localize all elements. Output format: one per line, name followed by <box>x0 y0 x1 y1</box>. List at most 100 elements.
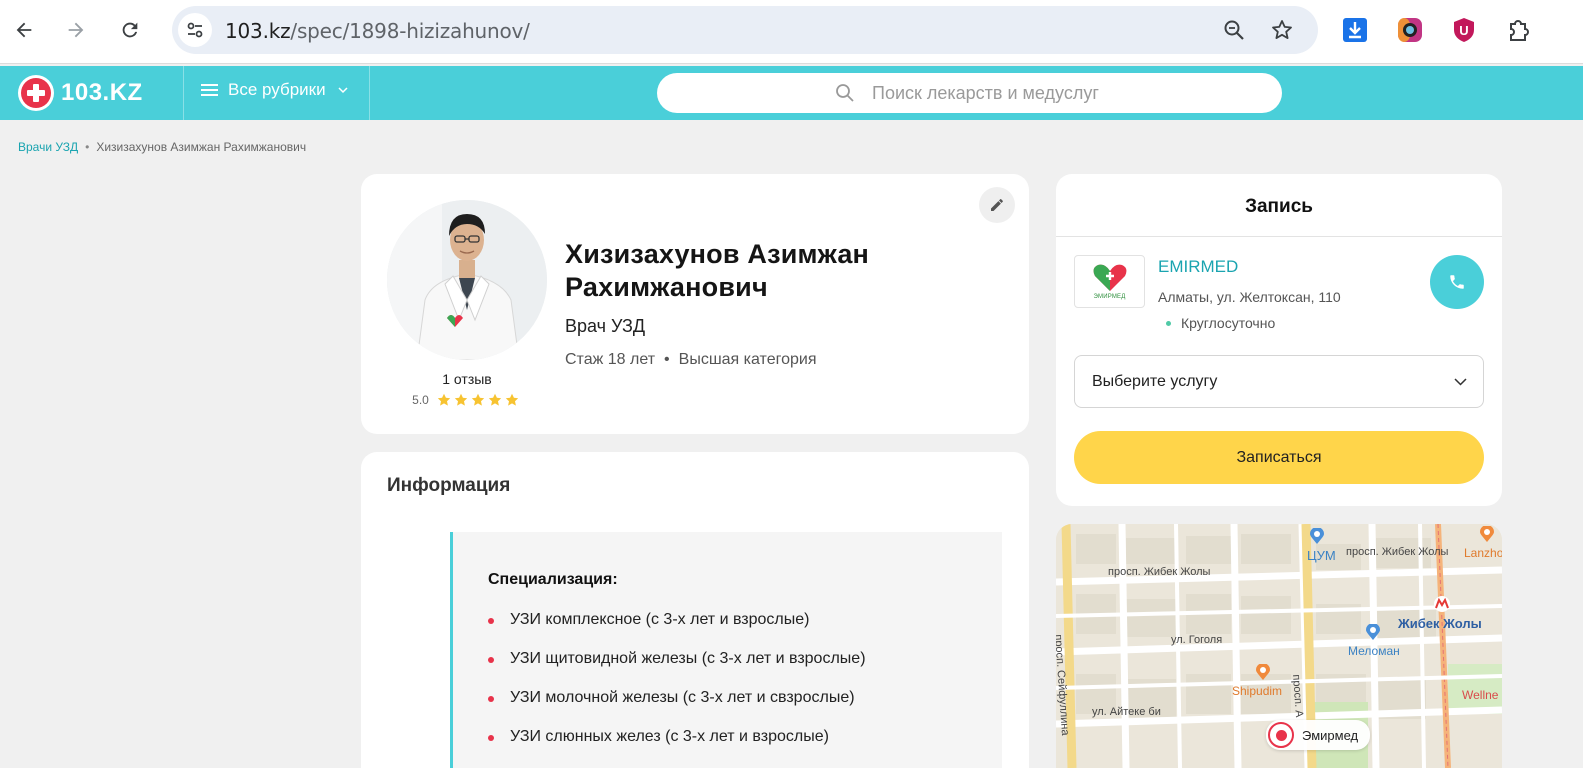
doctor-card: 1 отзыв 5.0 Хизизахунов Азимжан Рахимжан… <box>361 174 1029 434</box>
site-info-icon <box>187 22 203 38</box>
street-label: просп. Жибек Жолы <box>1108 566 1211 578</box>
bullet-icon <box>488 696 494 702</box>
header-divider <box>369 66 370 120</box>
poi-zhibek-zholy[interactable]: Жибек Жолы <box>1398 616 1482 631</box>
clinic-address: Алматы, ул. Желтоксан, 110 <box>1158 289 1341 305</box>
all-rubrics-menu[interactable]: Все рубрики <box>201 80 348 100</box>
street-label: просп. Жибек Жолы <box>1346 546 1449 558</box>
rating-value: 5.0 <box>412 393 429 407</box>
zoom-icon[interactable] <box>1222 18 1246 42</box>
poi-tsum[interactable]: ЦУМ <box>1307 548 1336 563</box>
star-icon <box>471 393 485 406</box>
list-item: УЗИ слюнных желез (с 3-х лет и взрослые) <box>488 728 866 767</box>
list-item-text: УЗИ щитовидной железы (с 3-х лет и взрос… <box>510 650 866 667</box>
star-icon <box>488 393 502 406</box>
pencil-icon <box>991 199 1003 211</box>
service-select-value: Выберите услугу <box>1092 373 1218 390</box>
location-pin-icon <box>1268 722 1294 748</box>
clinic-name-link[interactable]: EMIRMED <box>1158 257 1238 277</box>
reload-icon <box>122 22 138 38</box>
booking-card: Запись ЭМИРМЕД EMIRMED Алматы, ул. Желто… <box>1056 174 1502 506</box>
search-input[interactable] <box>872 81 1252 105</box>
meta-separator: • <box>664 351 670 368</box>
site-info-button[interactable] <box>178 13 212 47</box>
rubrics-label: Все рубрики <box>228 80 326 99</box>
specialization-box: Специализация: УЗИ комплексное (с 3-х ле… <box>450 532 1002 768</box>
clinic-hours: Круглосуточно <box>1166 315 1275 331</box>
clinic-logo[interactable]: ЭМИРМЕД <box>1074 255 1145 308</box>
shield-u-icon[interactable]: U <box>1451 17 1477 43</box>
star-icon <box>505 393 519 406</box>
forward-icon <box>68 22 84 38</box>
download-icon[interactable] <box>1342 17 1368 43</box>
extension-icon[interactable] <box>1397 17 1423 43</box>
bullet-icon <box>488 618 494 624</box>
back-icon <box>16 22 32 38</box>
open-status-dot <box>1166 320 1171 326</box>
rating: 5.0 <box>387 393 547 407</box>
map-marker-label: Эмирмед <box>1302 727 1359 743</box>
list-item-text: УЗИ молочной железы (с 3-х лет и свзросл… <box>510 689 855 706</box>
medical-cross-icon <box>18 75 54 111</box>
site-logo[interactable]: 103.KZ <box>18 75 143 111</box>
street-label: ул. Айтеке би <box>1092 706 1161 718</box>
store-pin-icon <box>1366 624 1380 640</box>
list-item-text: УЗИ комплексное (с 3-х лет и взрослые) <box>510 611 810 628</box>
svg-text:U: U <box>1459 23 1468 38</box>
cafe-pin-icon <box>1256 664 1270 680</box>
metro-icon <box>1434 596 1450 612</box>
forward-button[interactable] <box>60 14 92 46</box>
poi-meloman[interactable]: Меломан <box>1348 644 1400 658</box>
heart-logo-icon <box>1093 264 1126 291</box>
site-header: 103.KZ Все рубрики <box>0 66 1583 120</box>
url-path: /spec/1898-hizizahunov/ <box>290 19 530 43</box>
clinic-map-marker[interactable]: Эмирмед <box>1266 720 1371 750</box>
list-item: УЗИ щитовидной железы (с 3-х лет и взрос… <box>488 650 866 689</box>
bullet-icon <box>488 657 494 663</box>
phone-icon <box>1450 275 1464 289</box>
info-card: Информация Специализация: УЗИ комплексно… <box>361 452 1029 768</box>
doctor-meta: Стаж 18 лет • Высшая категория <box>565 351 816 369</box>
poi-shipudim[interactable]: Shipudim <box>1232 684 1282 698</box>
poi-lanzho[interactable]: Lanzho <box>1464 546 1502 560</box>
url-host: 103.kz <box>225 19 291 43</box>
list-item: УЗИ комплексное (с 3-х лет и взрослые) <box>488 611 866 650</box>
clinic-logo-text: ЭМИРМЕД <box>1093 294 1126 300</box>
doctor-specialty: Врач УЗД <box>565 316 646 336</box>
back-button[interactable] <box>8 14 40 46</box>
list-item-text: УЗИ слюнных желез (с 3-х лет и взрослые) <box>510 728 829 745</box>
book-button[interactable]: Записаться <box>1074 431 1484 484</box>
hamburger-icon <box>201 83 218 97</box>
site-search[interactable] <box>657 73 1282 113</box>
search-icon <box>836 84 854 102</box>
star-icon <box>437 393 451 406</box>
star-icon <box>454 393 468 406</box>
call-button[interactable] <box>1430 255 1484 309</box>
specialization-title: Специализация: <box>488 571 618 588</box>
doctor-category: Высшая категория <box>678 351 817 368</box>
address-bar[interactable]: 103.kz/spec/1898-hizizahunov/ <box>172 6 1318 54</box>
breadcrumb-link-uzd[interactable]: Врачи УЗД <box>18 140 78 154</box>
header-divider <box>183 66 184 120</box>
cafe-pin-icon <box>1480 526 1494 542</box>
breadcrumb-separator: • <box>85 140 90 154</box>
puzzle-icon[interactable] <box>1505 17 1531 43</box>
booking-title: Запись <box>1245 196 1313 217</box>
edit-button[interactable] <box>979 187 1015 223</box>
breadcrumb: Врачи УЗД • Хизизахунов Азимжан Рахимжан… <box>18 140 306 154</box>
doctor-name-line1: Хизизахунов Азимжан <box>565 239 870 269</box>
url-text[interactable]: 103.kz/spec/1898-hizizahunov/ <box>225 19 530 43</box>
doctor-experience: Стаж 18 лет <box>565 351 656 368</box>
doctor-photo <box>387 200 547 360</box>
reviews-count[interactable]: 1 отзыв <box>387 371 547 387</box>
chevron-down-icon <box>1454 378 1467 386</box>
doctor-name-line2: Рахимжанович <box>565 272 768 302</box>
bookmark-star-icon[interactable] <box>1270 18 1294 42</box>
poi-wellness[interactable]: Wellne <box>1462 688 1498 702</box>
map[interactable]: просп. Жибек Жолы просп. Жибек Жолы прос… <box>1056 524 1502 768</box>
rating-stars <box>437 393 522 407</box>
service-select[interactable]: Выберите услугу <box>1074 355 1484 408</box>
clinic-hours-text: Круглосуточно <box>1181 315 1276 331</box>
breadcrumb-current: Хизизахунов Азимжан Рахимжанович <box>96 140 307 154</box>
reload-button[interactable] <box>114 14 146 46</box>
